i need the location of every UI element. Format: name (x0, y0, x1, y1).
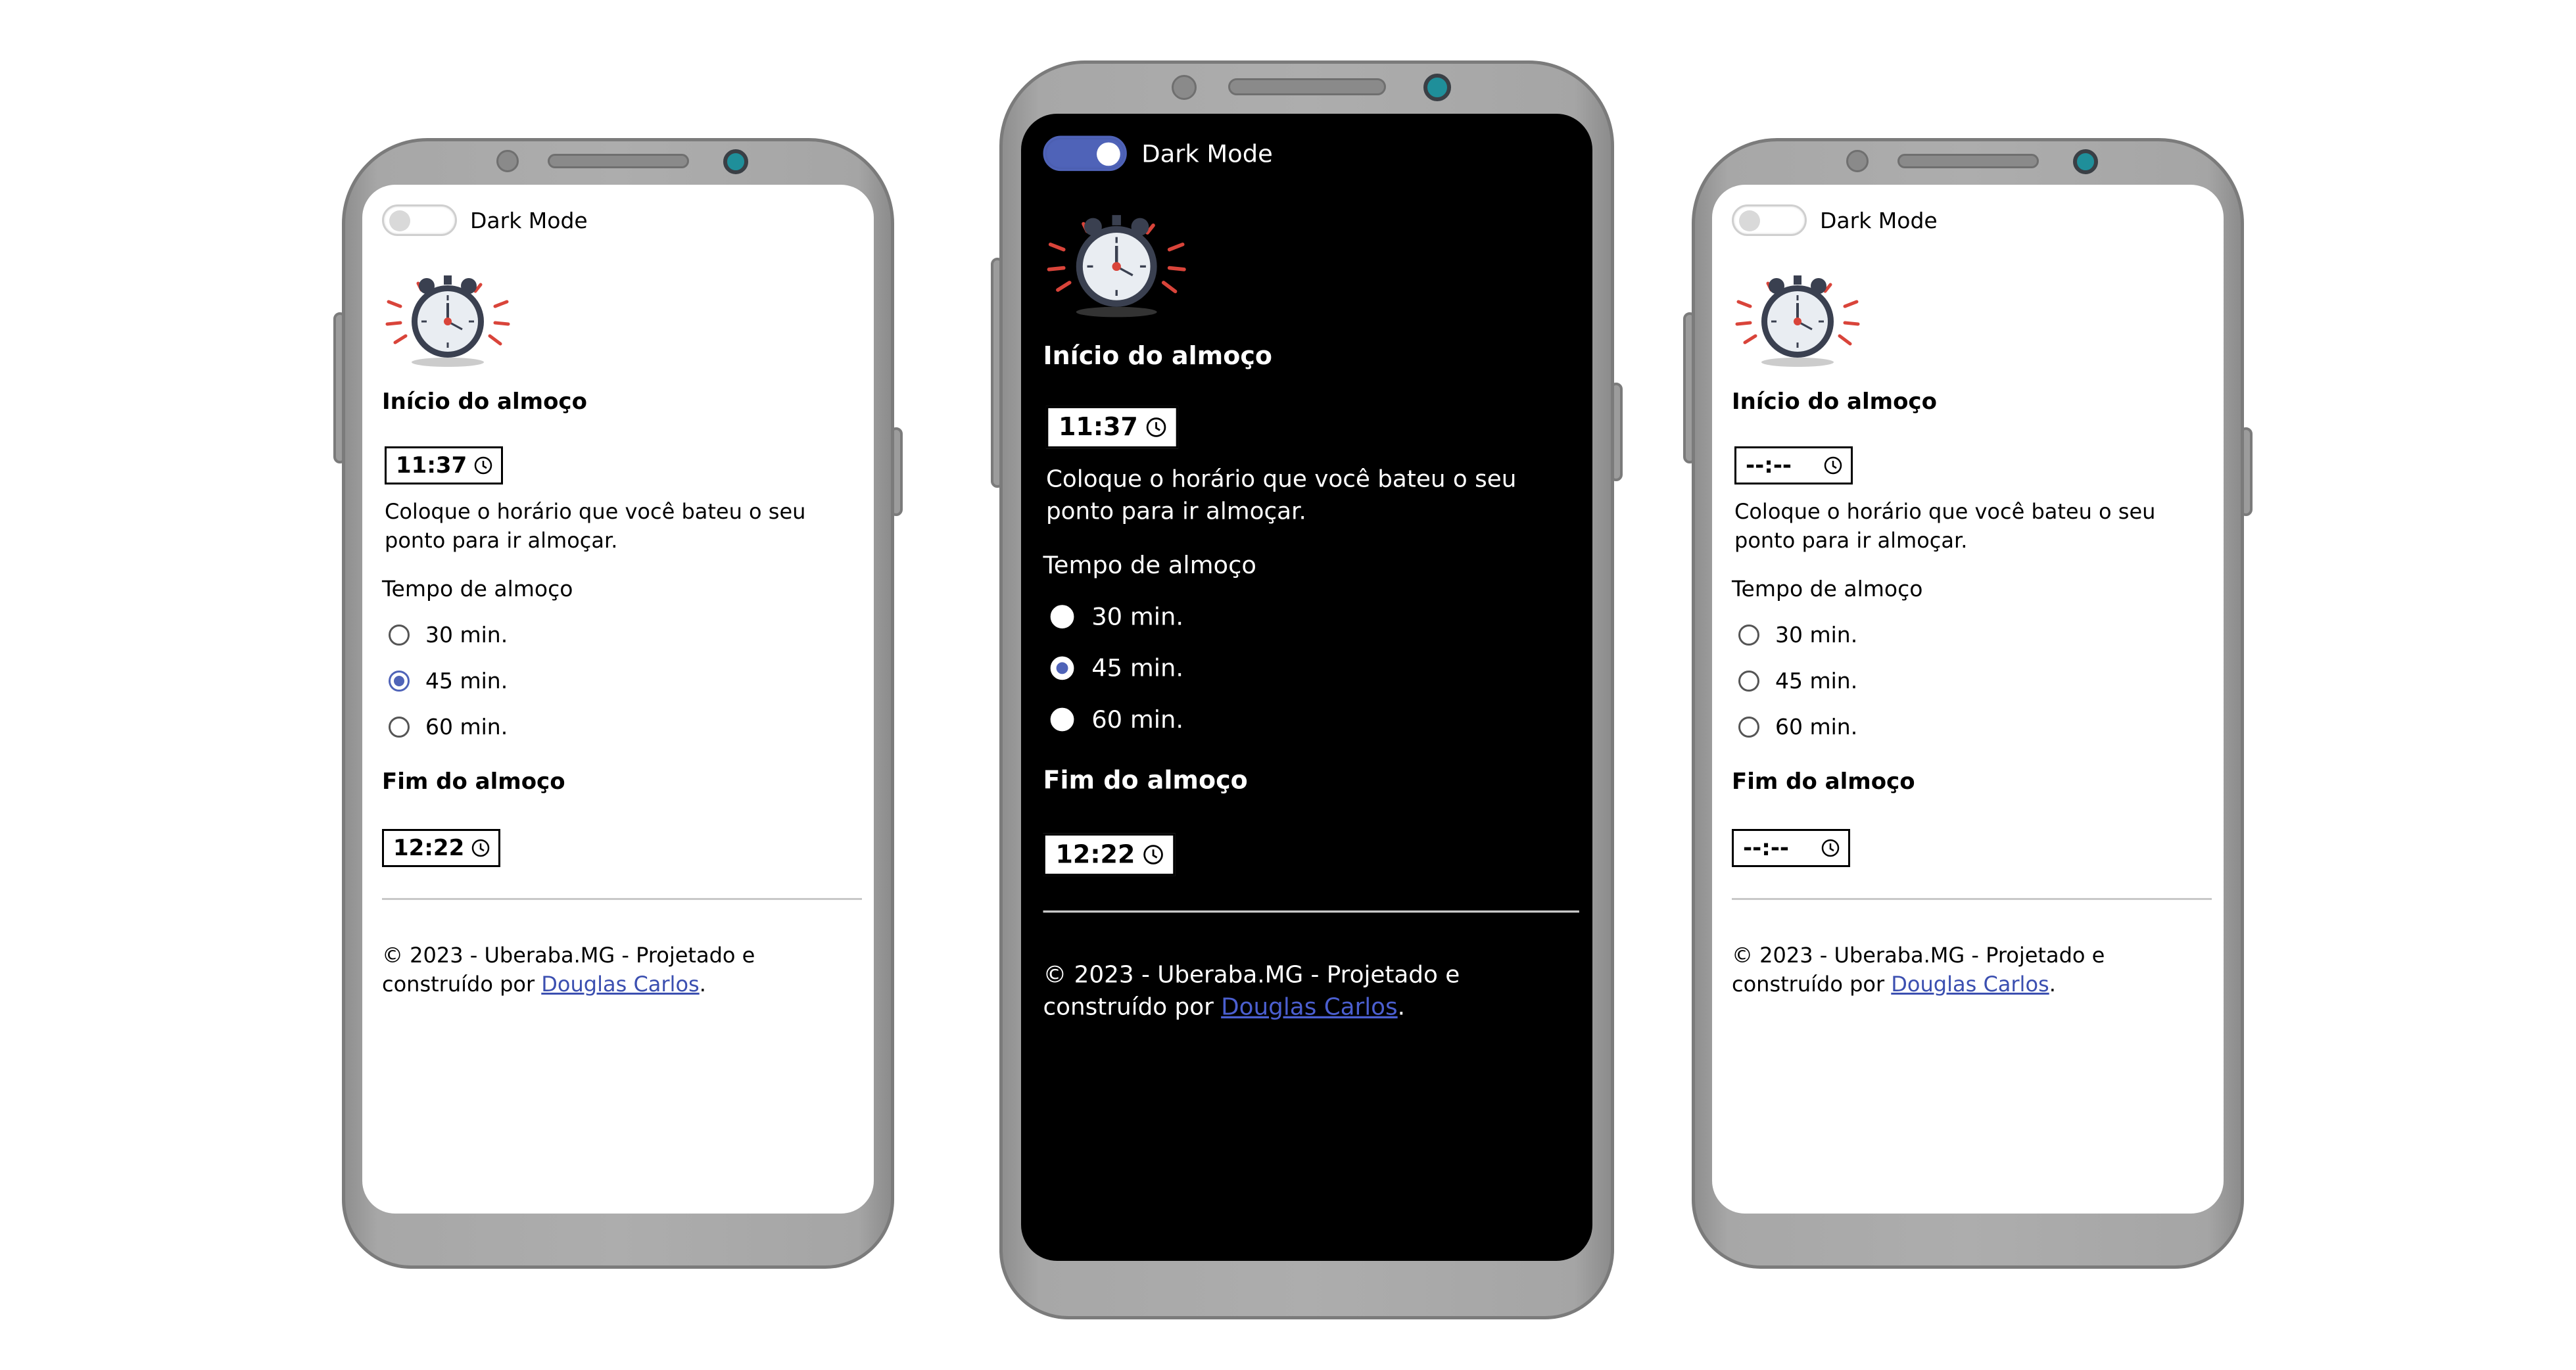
dark-mode-label: Dark Mode (1820, 207, 1938, 233)
sensor-dot (1846, 150, 1869, 172)
radio-button[interactable] (1738, 716, 1759, 738)
option-60-min[interactable]: 60 min. (1738, 714, 1857, 740)
end-time-value: --:-- (1743, 835, 1790, 861)
phone-right: Dark Mode Início do almoço --:-- Coloque… (1683, 138, 2253, 1269)
start-time-value: 11:37 (396, 452, 467, 479)
dark-mode-switch[interactable] (382, 204, 457, 236)
lunch-duration-label: Tempo de almoço (1732, 576, 1923, 602)
front-camera-icon (1423, 74, 1451, 101)
start-time-input[interactable]: --:-- (1734, 446, 1853, 484)
radio-button[interactable] (1050, 707, 1074, 731)
option-label: 30 min. (425, 622, 508, 648)
option-45-min[interactable]: 45 min. (389, 668, 508, 694)
end-time-input[interactable]: 12:22 (382, 829, 500, 867)
footer: © 2023 - Uberaba.MG - Projetado e constr… (1732, 941, 2205, 999)
phone-screen: Dark Mode Início do almoço (1712, 185, 2224, 1214)
radio-button[interactable] (1050, 604, 1074, 628)
option-label: 45 min. (425, 668, 508, 694)
end-heading: Fim do almoço (1043, 765, 1248, 795)
footer-period: . (2049, 972, 2056, 997)
option-30-min[interactable]: 30 min. (389, 622, 508, 648)
radio-button[interactable] (389, 716, 410, 738)
author-link[interactable]: Douglas Carlos (541, 972, 699, 997)
clock-icon[interactable] (471, 838, 490, 858)
dark-mode-toggle-row: Dark Mode (1043, 135, 1273, 172)
divider (1732, 898, 2212, 900)
option-30-min[interactable]: 30 min. (1738, 622, 1857, 648)
dark-mode-label: Dark Mode (1141, 139, 1273, 168)
radio-button[interactable] (1738, 624, 1759, 646)
start-time-input[interactable]: 11:37 (1045, 406, 1179, 449)
clock-icon[interactable] (1823, 456, 1843, 475)
option-30-min[interactable]: 30 min. (1050, 602, 1184, 631)
author-link[interactable]: Douglas Carlos (1221, 993, 1398, 1020)
switch-knob (389, 210, 410, 231)
option-60-min[interactable]: 60 min. (389, 714, 508, 740)
speaker-grille (548, 154, 689, 168)
radio-button[interactable] (389, 670, 410, 692)
front-camera-icon (723, 149, 748, 174)
start-time-value: 11:37 (1058, 412, 1138, 442)
option-label: 60 min. (1775, 714, 1858, 740)
dark-mode-toggle-row: Dark Mode (1732, 204, 1938, 236)
footer-period: . (699, 972, 706, 997)
dark-mode-toggle-row: Dark Mode (382, 204, 588, 236)
clock-icon[interactable] (1821, 838, 1840, 858)
end-time-input[interactable]: --:-- (1732, 829, 1850, 867)
speaker-grille (1897, 154, 2039, 168)
divider (1043, 910, 1579, 913)
speaker-grille (1228, 78, 1386, 95)
end-heading: Fim do almoço (1732, 768, 1915, 795)
divider (382, 898, 862, 900)
dark-mode-switch[interactable] (1732, 204, 1807, 236)
end-time-input[interactable]: 12:22 (1043, 833, 1176, 876)
dark-mode-switch[interactable] (1043, 135, 1127, 172)
start-description: Coloque o horário que você bateu o seu p… (1045, 464, 1517, 525)
phone-center: Dark Mode Início do almoço 11:37 Coloque… (991, 60, 1623, 1319)
footer-period: . (1397, 993, 1406, 1021)
start-heading: Início do almoço (382, 389, 587, 415)
lunch-duration-label: Tempo de almoço (382, 576, 573, 602)
alarm-clock-icon (1735, 275, 1860, 367)
phone-left: Dark Mode Início do almoço 11:37 Coloque… (333, 138, 903, 1269)
footer: © 2023 - Uberaba.MG - Projetado e constr… (382, 941, 855, 999)
end-heading: Fim do almoço (382, 768, 565, 795)
footer: © 2023 - Uberaba.MG - Projetado e constr… (1043, 958, 1572, 1023)
start-description: Coloque o horário que você bateu o seu p… (1734, 499, 2156, 553)
end-time-value: 12:22 (1055, 839, 1135, 870)
option-label: 45 min. (1775, 668, 1858, 694)
clock-icon[interactable] (1142, 843, 1164, 866)
switch-knob (1739, 210, 1760, 231)
option-label: 60 min. (1091, 705, 1184, 734)
clock-icon[interactable] (1145, 416, 1168, 438)
option-label: 45 min. (1091, 653, 1184, 682)
sensor-dot (496, 150, 519, 172)
option-label: 30 min. (1775, 622, 1858, 648)
phone-screen: Dark Mode Início do almoço (1021, 114, 1592, 1261)
start-heading: Início do almoço (1732, 389, 1937, 415)
clock-icon[interactable] (473, 456, 493, 475)
author-link[interactable]: Douglas Carlos (1891, 972, 2049, 997)
front-camera-icon (2073, 149, 2098, 174)
sensor-dot (1172, 75, 1197, 100)
option-60-min[interactable]: 60 min. (1050, 705, 1184, 734)
option-45-min[interactable]: 45 min. (1738, 668, 1857, 694)
phone-screen: Dark Mode Início do almoço (362, 185, 874, 1214)
alarm-clock-icon (385, 275, 510, 367)
start-time-input[interactable]: 11:37 (385, 446, 503, 484)
radio-button[interactable] (389, 624, 410, 646)
radio-button[interactable] (1738, 670, 1759, 692)
option-label: 60 min. (425, 714, 508, 740)
radio-button[interactable] (1050, 655, 1074, 680)
option-label: 30 min. (1091, 602, 1184, 631)
alarm-clock-icon (1047, 215, 1186, 318)
lunch-duration-label: Tempo de almoço (1043, 550, 1256, 580)
start-time-value: --:-- (1746, 452, 1792, 479)
start-heading: Início do almoço (1043, 341, 1272, 371)
start-description: Coloque o horário que você bateu o seu p… (385, 499, 806, 553)
end-time-value: 12:22 (393, 835, 465, 861)
option-45-min[interactable]: 45 min. (1050, 653, 1184, 682)
dark-mode-label: Dark Mode (470, 207, 588, 233)
switch-knob (1097, 142, 1120, 166)
